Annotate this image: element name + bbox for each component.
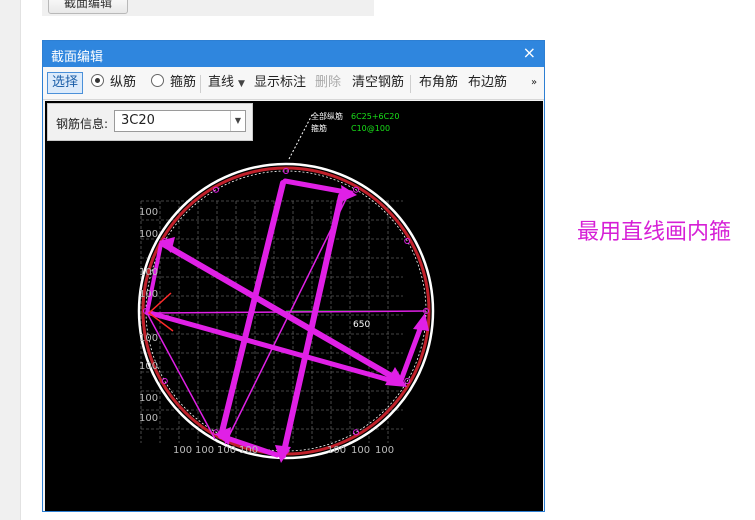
toolbar-separator	[410, 75, 411, 93]
grid-dim-label: 100	[375, 445, 394, 456]
grid-dim-label: 100	[139, 413, 158, 424]
line-mode-dropdown[interactable]: 直线 ▼	[208, 73, 245, 93]
section-edit-open-button[interactable]: 截面编辑	[48, 0, 128, 14]
left-rail	[0, 0, 21, 520]
toolbar: 选择 纵筋 箍筋 直线 ▼ 显示标注 删除 清空钢筋 布角筋 布边筋 »	[43, 67, 544, 100]
rebar-info-panel: 钢筋信息: 3C20 ▼	[47, 103, 253, 141]
legend-stirrup-label: 箍筋	[311, 123, 327, 133]
edge-rebar-button[interactable]: 布边筋	[468, 73, 507, 93]
toolbar-separator	[200, 75, 201, 93]
grid-dim-label: 100	[139, 229, 158, 240]
legend-leader-line	[288, 112, 314, 160]
section-canvas[interactable]: 全部纵筋 6C25+6C20 箍筋 C10@100 650 100 100 10…	[45, 101, 543, 511]
grid-dim-label: 100	[139, 207, 158, 218]
grid-dim-label: 100	[139, 289, 158, 300]
section-edit-dialog: 截面编辑 × 选择 纵筋 箍筋 直线 ▼ 显示标注 删除 清空钢筋 布角筋 布边筋…	[42, 40, 545, 512]
grid-dim-label: 100	[139, 333, 158, 344]
radio-checked-icon	[91, 74, 104, 87]
select-button[interactable]: 选择	[47, 72, 84, 94]
longitudinal-radio[interactable]: 纵筋	[91, 73, 136, 93]
rebar-bar[interactable]	[213, 186, 219, 193]
grid-dim-label: 100	[351, 445, 370, 456]
grid-dim-label: 100	[327, 445, 346, 456]
grid-dim-label: 100	[195, 445, 214, 456]
legend-long-value: 6C25+6C20	[351, 112, 399, 121]
dialog-titlebar: 截面编辑 ×	[43, 41, 544, 67]
rebar-info-value: 3C20	[121, 113, 155, 128]
legend-stirrup-value: C10@100	[351, 124, 390, 133]
rebar-arrow	[282, 178, 354, 196]
rebar-bar[interactable]	[161, 378, 168, 384]
radius-dim-text: 650	[353, 320, 370, 330]
section-drawing: 全部纵筋 6C25+6C20 箍筋 C10@100 650 1001001001…	[137, 111, 435, 463]
chevron-down-icon: ▼	[238, 79, 245, 89]
line-mode-label: 直线	[208, 75, 235, 90]
grid-dim-label: 100	[139, 393, 158, 404]
arrow-head-icon	[413, 313, 429, 331]
dialog-title: 截面编辑	[51, 50, 104, 65]
corner-rebar-button[interactable]: 布角筋	[419, 73, 458, 93]
chevron-down-icon[interactable]: ▼	[230, 111, 245, 131]
stirrup-label: 箍筋	[170, 75, 197, 90]
grid-dim-label: 100	[139, 361, 158, 372]
grid-dim-label: 100	[217, 445, 236, 456]
grid-dim-label: 100	[173, 445, 192, 456]
longitudinal-label: 纵筋	[110, 75, 137, 90]
radio-unchecked-icon	[151, 74, 164, 87]
close-icon[interactable]: ×	[523, 44, 536, 62]
grid-dim-label: 100	[139, 267, 158, 278]
show-dimensions-button[interactable]: 显示标注	[254, 73, 306, 93]
stirrup-radio[interactable]: 箍筋	[151, 73, 196, 93]
rebar-bar[interactable]	[353, 429, 359, 436]
annotation-text: 最用直线画内箍	[577, 220, 732, 245]
grid-dim-label: 100	[239, 445, 258, 456]
rebar-info-select[interactable]: 3C20 ▼	[114, 110, 246, 132]
legend-long-label: 全部纵筋	[311, 111, 343, 121]
rebar-info-label: 钢筋信息:	[56, 117, 109, 131]
more-tools-icon[interactable]: »	[531, 73, 537, 93]
delete-button[interactable]: 删除	[315, 73, 341, 93]
clear-rebar-button[interactable]: 清空钢筋	[352, 73, 404, 93]
